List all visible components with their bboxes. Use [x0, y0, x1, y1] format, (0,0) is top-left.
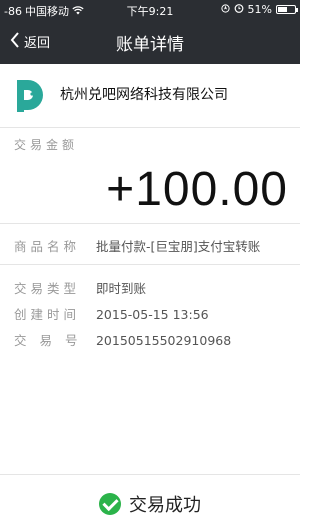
nav-bar: 返回 账单详情: [0, 20, 300, 64]
battery-percent: 51%: [247, 3, 272, 16]
merchant-logo-icon: [14, 78, 46, 114]
created-value: 2015-05-15 13:56: [95, 307, 209, 322]
page-title: 账单详情: [116, 35, 184, 55]
divider: [0, 264, 300, 265]
amount-section: 交易金额 +100.00: [0, 128, 300, 224]
number-label: 交易号: [14, 333, 91, 348]
created-row: 创建时间 2015-05-15 13:56: [14, 304, 209, 323]
amount-label: 交易金额: [14, 138, 79, 152]
header: -86 中国移动 下午9:21 51% 返回 账单详情: [0, 0, 300, 64]
location-icon: [220, 3, 230, 16]
amount-value: +100.00: [106, 163, 288, 216]
number-row: 交易号 20150515502910968: [14, 330, 231, 349]
product-label: 商品名称: [14, 239, 81, 254]
status-right: 51%: [220, 3, 298, 16]
product-row: 商品名称 批量付款-[巨宝朋]支付宝转账: [14, 236, 260, 255]
type-row: 交易类型 即时到账: [14, 278, 146, 297]
success-label: 交易成功: [129, 495, 201, 516]
merchant-name: 杭州兑吧网络科技有限公司: [60, 87, 228, 103]
success-status: 交易成功: [0, 491, 300, 517]
number-value: 20150515502910968: [95, 333, 232, 348]
status-bar: -86 中国移动 下午9:21 51%: [0, 0, 300, 20]
type-value: 即时到账: [95, 281, 146, 296]
created-label: 创建时间: [14, 307, 81, 322]
product-value: 批量付款-[巨宝朋]支付宝转账: [95, 239, 261, 254]
battery-icon: [276, 5, 298, 14]
type-label: 交易类型: [14, 281, 81, 296]
check-circle-icon: [99, 493, 121, 515]
alarm-icon: [234, 3, 244, 16]
footer: 交易成功: [0, 474, 300, 532]
merchant-row: 杭州兑吧网络科技有限公司: [0, 64, 300, 128]
